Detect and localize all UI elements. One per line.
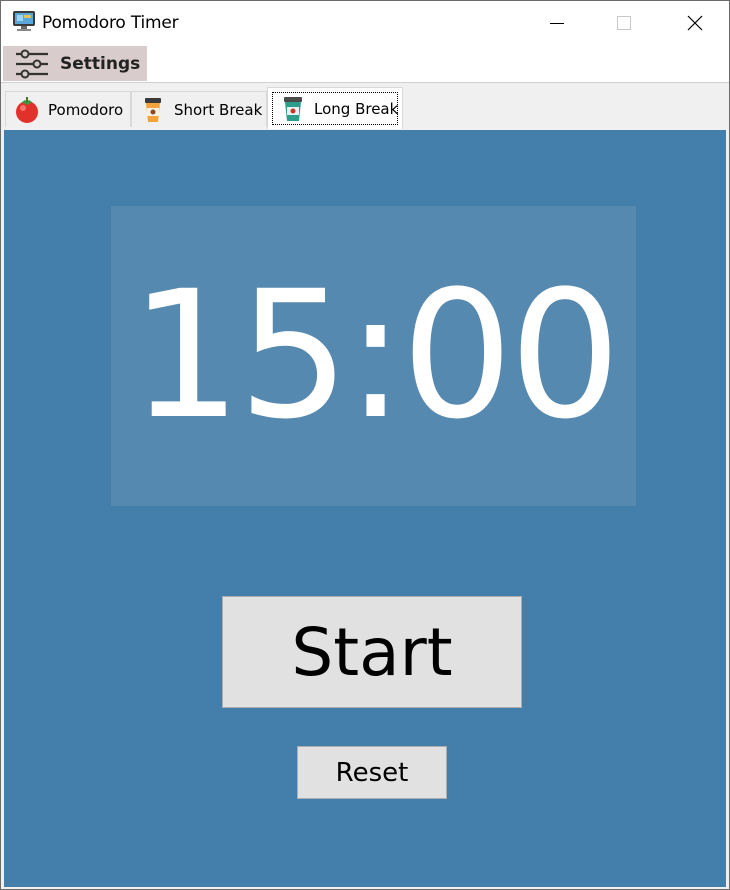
- tab-strip: Pomodoro Short Break Long Break: [1, 82, 729, 129]
- minimize-button[interactable]: [534, 1, 580, 45]
- maximize-icon: [617, 16, 631, 30]
- settings-menu[interactable]: Settings: [3, 46, 147, 81]
- tomato-icon: [16, 96, 38, 123]
- coffee-cup-icon: [145, 97, 161, 122]
- app-window: Pomodoro Timer Settings Pomodoro Short B…: [0, 0, 730, 890]
- tab-pomodoro-label: Pomodoro: [48, 100, 124, 119]
- reset-button[interactable]: Reset: [297, 746, 447, 799]
- settings-menu-label: Settings: [60, 53, 141, 74]
- tab-short-break[interactable]: Short Break: [131, 91, 267, 127]
- timer-panel: 15:00 Start Reset: [4, 130, 726, 887]
- tab-long-break[interactable]: Long Break: [267, 87, 403, 129]
- title-bar[interactable]: Pomodoro Timer: [1, 1, 729, 45]
- maximize-button[interactable]: [601, 1, 647, 45]
- tab-pomodoro[interactable]: Pomodoro: [5, 91, 131, 127]
- timer-display: 15:00: [129, 253, 621, 458]
- tab-short-break-label: Short Break: [174, 100, 263, 119]
- monitor-app-icon: [13, 11, 35, 31]
- close-button[interactable]: [672, 1, 718, 45]
- menu-bar: Settings: [1, 45, 729, 82]
- window-title: Pomodoro Timer: [42, 13, 179, 33]
- sliders-icon: [16, 49, 48, 78]
- close-icon: [687, 15, 703, 31]
- tab-focus-ring: [272, 92, 398, 125]
- minimize-icon: [550, 23, 564, 24]
- start-button[interactable]: Start: [222, 596, 522, 708]
- timer-display-box: 15:00: [111, 206, 636, 506]
